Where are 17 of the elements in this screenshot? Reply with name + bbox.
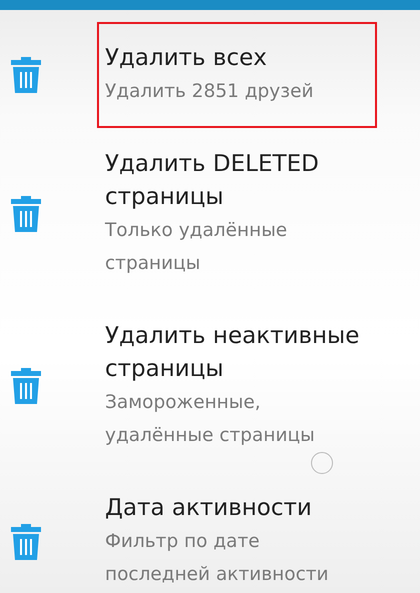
- trash-icon: [10, 367, 42, 405]
- option-item[interactable]: Удалить неактивные страницы Замороженные, удалённые страницы: [97, 300, 377, 472]
- option-subtitle: Только удалённые страницы: [105, 219, 288, 276]
- option-subtitle: Удалить 2851 друзей: [105, 80, 314, 104]
- option-title: Дата активности: [105, 494, 313, 523]
- option-item[interactable]: Удалить DELETED страницы Только удалённые страницы: [97, 128, 377, 300]
- option-title: Удалить DELETED страницы: [105, 150, 320, 212]
- option-title: Удалить неактивные страницы: [105, 322, 360, 384]
- option-item[interactable]: Дата активности Фильтр по дате последней активности: [97, 472, 377, 593]
- trash-icon: [10, 522, 42, 560]
- option-subtitle: Фильтр по дате последней активности: [105, 530, 330, 587]
- touch-indicator: [311, 452, 333, 474]
- option-item[interactable]: Удалить всех Удалить 2851 друзей: [97, 22, 377, 128]
- trash-icon: [10, 195, 42, 233]
- trash-icon: [10, 56, 42, 94]
- option-title: Удалить всех: [105, 44, 268, 73]
- option-subtitle: Замороженные, удалённые страницы: [105, 391, 316, 448]
